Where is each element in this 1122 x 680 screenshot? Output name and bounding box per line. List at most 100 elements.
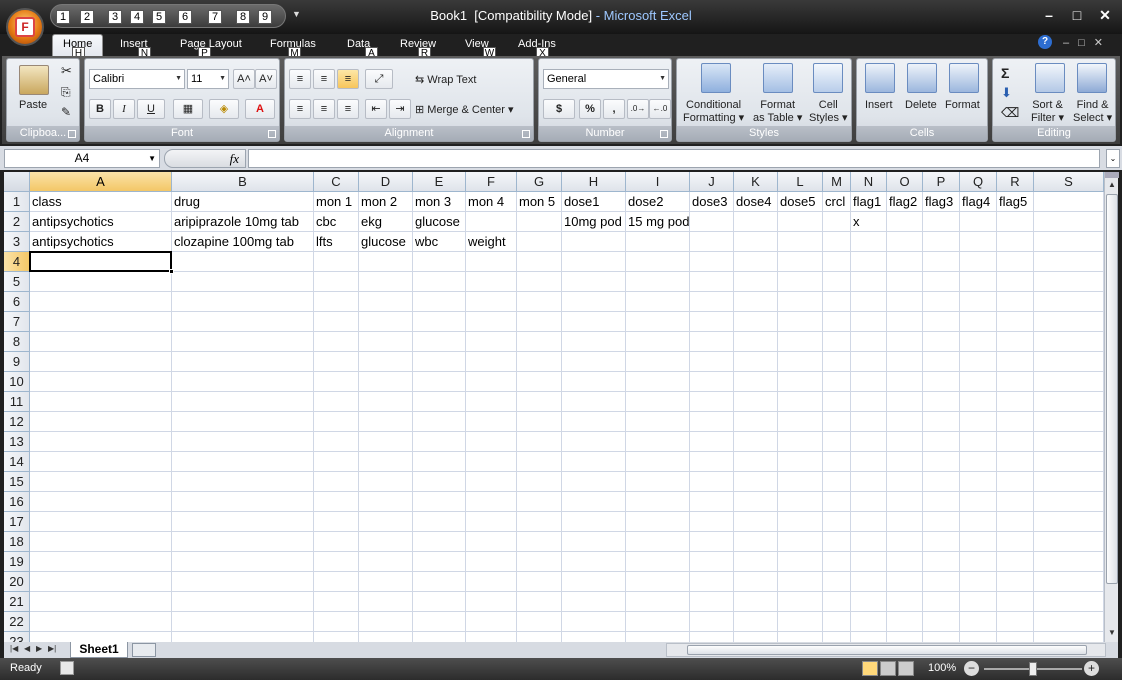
cell-n20[interactable] (851, 572, 887, 592)
cell-j20[interactable] (690, 572, 734, 592)
cell-q19[interactable] (960, 552, 997, 572)
cell-e4[interactable] (413, 252, 466, 272)
cell-l4[interactable] (778, 252, 823, 272)
cell-m9[interactable] (823, 352, 851, 372)
cell-q7[interactable] (960, 312, 997, 332)
cell-f4[interactable] (466, 252, 517, 272)
cell-r16[interactable] (997, 492, 1034, 512)
align-left-button[interactable]: ≡ (289, 99, 311, 119)
cell-h6[interactable] (562, 292, 626, 312)
number-launcher-icon[interactable] (660, 130, 668, 138)
cell-f17[interactable] (466, 512, 517, 532)
cell-i19[interactable] (626, 552, 690, 572)
row-header-9[interactable]: 9 (4, 352, 30, 372)
cell-g10[interactable] (517, 372, 562, 392)
cell-h14[interactable] (562, 452, 626, 472)
cell-m6[interactable] (823, 292, 851, 312)
cell-s13[interactable] (1034, 432, 1104, 452)
cell-q22[interactable] (960, 612, 997, 632)
cell-c9[interactable] (314, 352, 359, 372)
cell-s20[interactable] (1034, 572, 1104, 592)
cell-h11[interactable] (562, 392, 626, 412)
cell-g4[interactable] (517, 252, 562, 272)
cell-k2[interactable] (734, 212, 778, 232)
cell-r17[interactable] (997, 512, 1034, 532)
cell-d2[interactable]: ekg (359, 212, 413, 232)
cell-s10[interactable] (1034, 372, 1104, 392)
cell-j16[interactable] (690, 492, 734, 512)
cell-r12[interactable] (997, 412, 1034, 432)
cell-s23[interactable] (1034, 632, 1104, 642)
cell-s1[interactable] (1034, 192, 1104, 212)
cell-f13[interactable] (466, 432, 517, 452)
cell-e11[interactable] (413, 392, 466, 412)
format-cells-button[interactable]: Format (945, 99, 980, 111)
binoculars-icon[interactable] (1077, 63, 1107, 93)
cell-f20[interactable] (466, 572, 517, 592)
cell-b14[interactable] (172, 452, 314, 472)
cell-r2[interactable] (997, 212, 1034, 232)
column-header-h[interactable]: H (562, 172, 626, 192)
cell-n10[interactable] (851, 372, 887, 392)
cell-l9[interactable] (778, 352, 823, 372)
cell-m21[interactable] (823, 592, 851, 612)
cell-n14[interactable] (851, 452, 887, 472)
cell-p7[interactable] (923, 312, 960, 332)
cell-a18[interactable] (30, 532, 172, 552)
cell-h21[interactable] (562, 592, 626, 612)
cell-m3[interactable] (823, 232, 851, 252)
minimize-button[interactable]: – (1040, 6, 1058, 24)
cell-styles-icon[interactable] (813, 63, 843, 93)
borders-button[interactable]: ▦ (173, 99, 203, 119)
row-header-21[interactable]: 21 (4, 592, 30, 612)
cell-b8[interactable] (172, 332, 314, 352)
increase-indent-button[interactable]: ⇥ (389, 99, 411, 119)
cell-j2[interactable] (690, 212, 734, 232)
cell-d3[interactable]: glucose (359, 232, 413, 252)
cell-g8[interactable] (517, 332, 562, 352)
cell-m16[interactable] (823, 492, 851, 512)
cell-j7[interactable] (690, 312, 734, 332)
cell-n13[interactable] (851, 432, 887, 452)
cell-i13[interactable] (626, 432, 690, 452)
cell-j13[interactable] (690, 432, 734, 452)
cell-e1[interactable]: mon 3 (413, 192, 466, 212)
cell-k12[interactable] (734, 412, 778, 432)
cell-e23[interactable] (413, 632, 466, 642)
cell-e3[interactable]: wbc (413, 232, 466, 252)
decrease-decimal-button[interactable]: ←.0 (649, 99, 671, 119)
cell-o17[interactable] (887, 512, 923, 532)
cell-p9[interactable] (923, 352, 960, 372)
normal-view-button[interactable] (862, 661, 878, 676)
cell-m14[interactable] (823, 452, 851, 472)
select-all-corner[interactable] (4, 172, 30, 192)
clipboard-launcher-icon[interactable] (68, 130, 76, 138)
cell-s8[interactable] (1034, 332, 1104, 352)
decrease-indent-button[interactable]: ⇤ (365, 99, 387, 119)
cell-o18[interactable] (887, 532, 923, 552)
cell-p14[interactable] (923, 452, 960, 472)
cell-e6[interactable] (413, 292, 466, 312)
row-header-15[interactable]: 15 (4, 472, 30, 492)
cell-e5[interactable] (413, 272, 466, 292)
column-header-k[interactable]: K (734, 172, 778, 192)
cell-i8[interactable] (626, 332, 690, 352)
cell-o22[interactable] (887, 612, 923, 632)
cell-p2[interactable] (923, 212, 960, 232)
page-layout-view-button[interactable] (880, 661, 896, 676)
cell-k16[interactable] (734, 492, 778, 512)
cell-f22[interactable] (466, 612, 517, 632)
cell-q11[interactable] (960, 392, 997, 412)
cell-c18[interactable] (314, 532, 359, 552)
cell-q6[interactable] (960, 292, 997, 312)
cell-n5[interactable] (851, 272, 887, 292)
cell-s19[interactable] (1034, 552, 1104, 572)
cell-s15[interactable] (1034, 472, 1104, 492)
row-header-11[interactable]: 11 (4, 392, 30, 412)
cell-o12[interactable] (887, 412, 923, 432)
column-header-j[interactable]: J (690, 172, 734, 192)
row-header-19[interactable]: 19 (4, 552, 30, 572)
font-name-combo[interactable]: Calibri ▼ (89, 69, 185, 89)
cell-h7[interactable] (562, 312, 626, 332)
cell-g18[interactable] (517, 532, 562, 552)
